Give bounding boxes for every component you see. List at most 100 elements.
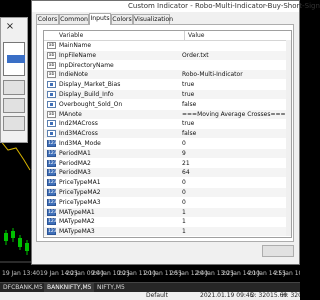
boolean-type-icon bbox=[47, 130, 56, 138]
inputs-panel: Variable Value ab MainName ab InpFileName Or… bbox=[36, 24, 294, 242]
variable-name: PeriodMA2 bbox=[59, 159, 91, 167]
variable-name: InpDirectoryName bbox=[59, 61, 114, 69]
string-type-icon: ab bbox=[47, 110, 56, 118]
table-row[interactable]: 123 PriceTypeMA1 0 bbox=[44, 178, 291, 187]
variable-name: PriceTypeMA2 bbox=[59, 189, 101, 196]
symbol-tab[interactable]: DFCBANK,M5 bbox=[0, 283, 46, 292]
table-row[interactable]: Display_Market_Bias true bbox=[44, 80, 291, 89]
integer-type-icon: 123 bbox=[47, 189, 57, 196]
table-row[interactable]: ab MAnote ===Moving Average Crosses=== bbox=[44, 109, 291, 119]
table-row[interactable]: 123 MATypeMA3 1 bbox=[44, 227, 291, 237]
integer-type-icon: 123 bbox=[47, 179, 57, 187]
variable-value[interactable]: ===Moving Average Crosses=== bbox=[182, 110, 286, 119]
variable-value[interactable]: 1 bbox=[182, 217, 186, 226]
table-row[interactable]: 123 Ind3MA_Mode 0 bbox=[44, 139, 291, 148]
candle-body bbox=[4, 233, 8, 241]
integer-type-icon: 123 bbox=[47, 218, 57, 226]
symbol-tabs: DFCBANK,M5 BANKNIFTY,M5 NIFTY,M5 bbox=[0, 282, 300, 292]
variable-name: PeriodMA3 bbox=[59, 169, 91, 177]
variable-value[interactable]: 0 bbox=[182, 188, 186, 197]
variable-name: MainName bbox=[59, 42, 92, 49]
variable-name: Ind2MACross bbox=[59, 120, 98, 128]
variable-value[interactable]: false bbox=[182, 100, 196, 109]
tab-common[interactable]: Common bbox=[59, 14, 89, 24]
tab-visualization[interactable]: Visualization bbox=[133, 14, 173, 24]
tab-colors[interactable]: Colors bbox=[111, 14, 133, 24]
table-row[interactable]: Display_Build_Info true bbox=[44, 90, 291, 99]
navigator-button[interactable] bbox=[3, 116, 25, 131]
dialog-titlebar[interactable]: Custom Indicator - Robo-Multi-Indicator-… bbox=[32, 1, 320, 12]
table-row[interactable]: 123 MATypeMA2 1 bbox=[44, 217, 291, 226]
variable-name: Overbought_Sold_On bbox=[59, 100, 123, 108]
variable-value[interactable]: Robo-Multi-Indicator bbox=[182, 70, 243, 79]
custom-indicator-dialog: Custom Indicator - Robo-Multi-Indicator-… bbox=[31, 0, 320, 265]
profile-name: Default bbox=[146, 292, 168, 299]
variable-value[interactable]: 21 bbox=[182, 159, 190, 168]
table-row[interactable]: 123 PeriodMA3 64 bbox=[44, 168, 291, 178]
variable-value[interactable]: true bbox=[182, 90, 194, 99]
navigator-button[interactable] bbox=[3, 98, 25, 113]
tab-colors-left[interactable]: Colors bbox=[36, 14, 59, 24]
variable-value[interactable]: 9 bbox=[182, 149, 186, 158]
candle-body bbox=[11, 231, 15, 238]
variable-value[interactable]: Order.txt bbox=[182, 51, 209, 60]
variable-name: Ind3MA_Mode bbox=[59, 140, 101, 147]
boolean-type-icon bbox=[47, 91, 56, 98]
variable-value[interactable]: 0 bbox=[182, 198, 186, 207]
table-header: Variable Value bbox=[44, 31, 291, 41]
variable-name: InpFileName bbox=[59, 51, 97, 59]
table-row[interactable]: Ind2MACross true bbox=[44, 119, 291, 128]
table-row[interactable]: Ind3MACross false bbox=[44, 129, 291, 139]
inputs-table: Variable Value ab MainName ab InpFileName Or… bbox=[43, 30, 292, 238]
integer-type-icon: 123 bbox=[47, 159, 57, 167]
variable-value[interactable]: false bbox=[182, 129, 196, 138]
table-row[interactable]: 123 PriceTypeMA2 0 bbox=[44, 188, 291, 197]
variable-value[interactable]: 1 bbox=[182, 208, 186, 217]
variable-value[interactable]: true bbox=[182, 119, 194, 128]
symbol-tab[interactable]: NIFTY,M5 bbox=[94, 283, 128, 292]
string-type-icon: ab bbox=[47, 71, 56, 79]
reset-button[interactable] bbox=[262, 245, 294, 257]
variable-name: PriceTypeMA1 bbox=[59, 179, 101, 187]
table-row[interactable]: 123 PeriodMA2 21 bbox=[44, 159, 291, 168]
variable-name: Display_Build_Info bbox=[59, 91, 114, 98]
string-type-icon: ab bbox=[47, 42, 56, 49]
table-row[interactable]: ab InpDirectoryName bbox=[44, 61, 291, 70]
variable-value[interactable]: 0 bbox=[182, 178, 186, 187]
variable-value[interactable]: 0 bbox=[182, 139, 186, 148]
boolean-type-icon bbox=[47, 81, 56, 89]
variable-value[interactable]: true bbox=[182, 80, 194, 89]
column-header-variable[interactable]: Variable bbox=[59, 31, 83, 40]
variable-value[interactable]: 1 bbox=[182, 227, 186, 236]
integer-type-icon: 123 bbox=[47, 169, 57, 177]
column-header-value[interactable]: Value bbox=[188, 31, 204, 40]
dialog-title: Custom Indicator - Robo-Multi-Indicator-… bbox=[128, 2, 320, 10]
table-row[interactable]: ab InpFileName Order.txt bbox=[44, 50, 291, 60]
table-row[interactable]: ab MainName bbox=[44, 41, 291, 50]
status-bar: Default 2021.01.19 09:45 O: 32015.60 H: … bbox=[0, 292, 300, 300]
variable-name: MATypeMA1 bbox=[59, 208, 95, 216]
table-scrollbar[interactable] bbox=[286, 40, 291, 236]
close-icon[interactable]: × bbox=[3, 21, 17, 33]
symbol-tab-active[interactable]: BANKNIFTY,M5 bbox=[44, 283, 95, 292]
boolean-type-icon bbox=[47, 120, 56, 128]
variable-name: MATypeMA2 bbox=[59, 218, 95, 226]
table-row[interactable]: 123 MATypeMA1 1 bbox=[44, 207, 291, 217]
variable-value[interactable]: 64 bbox=[182, 168, 190, 177]
table-row[interactable]: 123 PriceTypeMA3 0 bbox=[44, 198, 291, 207]
table-row[interactable]: 123 PeriodMA1 9 bbox=[44, 148, 291, 158]
candle-body bbox=[25, 243, 29, 251]
tab-inputs[interactable]: Inputs bbox=[89, 13, 111, 25]
navigator-button[interactable] bbox=[3, 80, 25, 95]
navigator-window: × bbox=[0, 17, 28, 143]
boolean-type-icon bbox=[47, 100, 56, 108]
navigator-selected-item[interactable] bbox=[7, 55, 25, 63]
navigator-list[interactable] bbox=[3, 42, 25, 76]
variable-name: PeriodMA1 bbox=[59, 149, 91, 157]
table-row[interactable]: ab IndieNote Robo-Multi-Indicator bbox=[44, 70, 291, 80]
table-row[interactable]: Overbought_Sold_On false bbox=[44, 100, 291, 109]
variable-name: MATypeMA3 bbox=[59, 228, 95, 236]
time-label: 19 Jan 13:40 bbox=[2, 270, 40, 277]
variable-name: Ind3MACross bbox=[59, 130, 98, 138]
string-type-icon: ab bbox=[47, 51, 56, 59]
